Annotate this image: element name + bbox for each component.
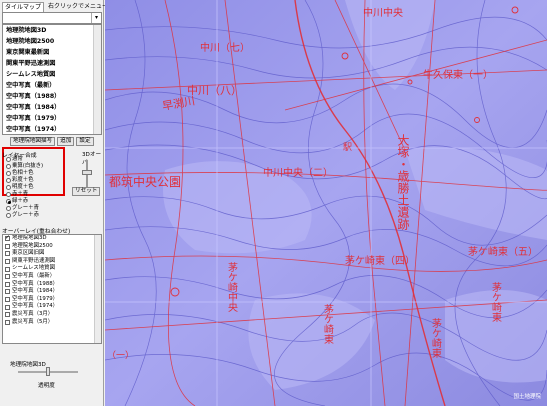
place-label: 中川中央 xyxy=(363,6,403,19)
blend-option[interactable]: グレー＋赤 xyxy=(6,212,43,219)
overlay-item[interactable]: 空中写真（1984） xyxy=(3,288,101,296)
settings-button[interactable]: 設定 xyxy=(76,137,94,146)
overlay-item[interactable]: 震災写真（3月） xyxy=(3,311,101,319)
checkbox-checked[interactable] xyxy=(5,235,10,242)
panel-tabs: タイルマップ 右クリックでメニュー xyxy=(2,2,110,12)
park-label: 都筑中央公園 xyxy=(109,174,181,189)
checkbox[interactable] xyxy=(5,281,10,287)
map-list-scrollbar[interactable] xyxy=(93,25,101,134)
radio-button[interactable] xyxy=(6,164,11,169)
place-label: 中川（八） xyxy=(187,84,242,97)
radio-button[interactable] xyxy=(6,178,11,183)
place-label: 茅ケ崎東（四） xyxy=(345,254,415,267)
blend-option[interactable]: 乗算(白抜き) xyxy=(6,163,43,170)
place-label: （一） xyxy=(107,350,134,361)
reset-button[interactable]: リセット xyxy=(72,187,101,196)
blend-option[interactable]: 彩度＋色 xyxy=(6,177,43,184)
checkbox[interactable] xyxy=(5,289,10,295)
place-label: 中川（七） xyxy=(200,41,250,54)
chevron-down-icon[interactable]: ▾ xyxy=(91,13,101,23)
overlay-item[interactable]: 地理院地図3D xyxy=(3,235,101,243)
map-list-item[interactable]: 空中写真（1979） xyxy=(3,113,101,124)
add-button[interactable]: 追加 xyxy=(57,137,75,146)
map-list[interactable]: 地理院地図3D 地理院地図2500 東京関東最新図 関東平野迅速測図 シームレス… xyxy=(2,24,102,135)
overlay-item[interactable]: シームレス地質図 xyxy=(3,265,101,273)
blend-option[interactable]: 赤＋青 xyxy=(6,191,43,198)
radio-button[interactable] xyxy=(6,213,11,218)
tab-tile-map[interactable]: タイルマップ xyxy=(2,2,45,12)
map-list-item[interactable]: シームレス地質図 xyxy=(3,69,101,80)
opacity-label: 透明度 xyxy=(38,383,55,389)
checkbox[interactable] xyxy=(5,297,10,303)
place-label: 牛久保東（一） xyxy=(423,68,493,81)
place-label: 大塚・歳勝土遺跡 xyxy=(396,134,410,231)
place-label: 茅ケ崎東（五） xyxy=(468,245,538,258)
overlay-item[interactable]: 震災写真（5月） xyxy=(3,319,101,327)
checkbox[interactable] xyxy=(5,304,10,310)
map-attribution: 国土地理院 xyxy=(513,394,541,400)
map-list-item[interactable]: 地理院地図2500 xyxy=(3,36,101,47)
radio-button[interactable] xyxy=(6,192,11,197)
overlay-draw-button[interactable]: 地理院地図描写 xyxy=(10,137,56,146)
map-list-item[interactable]: 空中写真（1974） xyxy=(3,124,101,134)
left-panel: タイルマップ 右クリックでメニュー ▾ 地理院地図3D 地理院地図2500 東京… xyxy=(0,0,108,406)
map-selector-header[interactable]: ▾ xyxy=(2,12,102,24)
overlay-item[interactable]: 東京区図旧図 xyxy=(3,250,101,258)
overlay-list-scrollbar[interactable] xyxy=(94,235,101,343)
map-canvas[interactable]: 中川（七） 中川（八） 中川中央（二） 中川中央 牛久保東（一） 早渕川 大塚・… xyxy=(105,0,547,406)
place-label: 茅ケ崎東 xyxy=(430,318,442,359)
tab-right-click-menu[interactable]: 右クリックでメニュー xyxy=(46,2,110,12)
radio-button[interactable] xyxy=(6,171,11,176)
opacity-slider-thumb[interactable] xyxy=(46,367,50,376)
map-list-item[interactable]: 関東平野迅速測図 xyxy=(3,58,101,69)
checkbox[interactable] xyxy=(5,319,10,325)
blend-option[interactable]: 色相＋色 xyxy=(6,170,43,177)
checkbox[interactable] xyxy=(5,259,10,265)
checkbox[interactable] xyxy=(5,243,10,249)
map-list-item[interactable]: 空中写真（1984） xyxy=(3,102,101,113)
map-list-item[interactable]: 空中写真（最新） xyxy=(3,80,101,91)
radio-button[interactable] xyxy=(6,185,11,190)
overlay-list[interactable]: 地理院地図3D 地理院地図2500 東京区図旧図 関東平野迅速測図 シームレス地… xyxy=(2,234,102,344)
map-list-item[interactable]: 東京関東最新図 xyxy=(3,47,101,58)
map-list-buttons: 地理院地図描写 追加 設定 xyxy=(10,137,94,146)
station-label: 駅 xyxy=(343,142,352,153)
checkbox[interactable] xyxy=(5,274,10,280)
checkbox[interactable] xyxy=(5,251,10,257)
overlay-item[interactable]: 空中写真（最新） xyxy=(3,273,101,281)
map-list-item[interactable]: 空中写真（1988） xyxy=(3,91,101,102)
map-list-item[interactable]: 地理院地図3D xyxy=(3,25,101,36)
place-label: 茅ケ崎中央 xyxy=(226,262,238,313)
active-layer-label: 地理院地図3D xyxy=(10,362,46,368)
blend-option[interactable]: グレー＋青 xyxy=(6,205,43,212)
radio-button[interactable] xyxy=(6,157,11,162)
place-label: 茅ケ崎東 xyxy=(490,282,502,323)
place-label: 中川中央（二） xyxy=(263,166,333,179)
blend-option[interactable]: 緑＋赤 xyxy=(6,198,43,205)
place-label: 茅ケ崎東 xyxy=(322,304,334,345)
radio-button[interactable] xyxy=(6,206,11,211)
blend-option[interactable]: 通常 xyxy=(6,156,43,163)
layer-blend-options: 通常 乗算(白抜き) 色相＋色 彩度＋色 明度＋色 赤＋青 緑＋赤 グレー＋青 … xyxy=(6,156,43,219)
overlay-item[interactable]: 空中写真（1974） xyxy=(3,303,101,311)
checkbox[interactable] xyxy=(5,312,10,318)
3d-overlay-slider-thumb[interactable] xyxy=(82,170,92,175)
blend-option[interactable]: 明度＋色 xyxy=(6,184,43,191)
radio-button-selected[interactable] xyxy=(6,199,11,204)
checkbox[interactable] xyxy=(5,266,10,272)
map-view[interactable]: 中川（七） 中川（八） 中川中央（二） 中川中央 牛久保東（一） 早渕川 大塚・… xyxy=(105,0,547,406)
